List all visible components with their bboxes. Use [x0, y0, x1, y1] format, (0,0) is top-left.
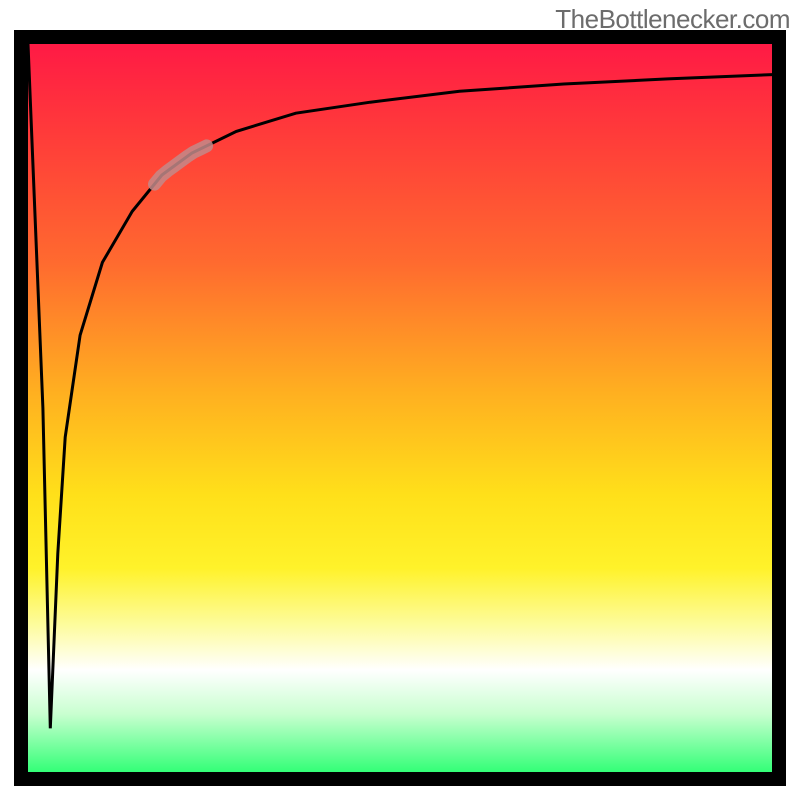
- bottleneck-curve-path: [28, 44, 772, 728]
- curve-svg: [28, 44, 772, 772]
- watermark-text: TheBottlenecker.com: [555, 4, 790, 35]
- chart-container: TheBottlenecker.com: [0, 0, 800, 800]
- highlight-segment-path: [155, 146, 207, 184]
- plot-frame: [14, 30, 786, 786]
- plot-area: [28, 44, 772, 772]
